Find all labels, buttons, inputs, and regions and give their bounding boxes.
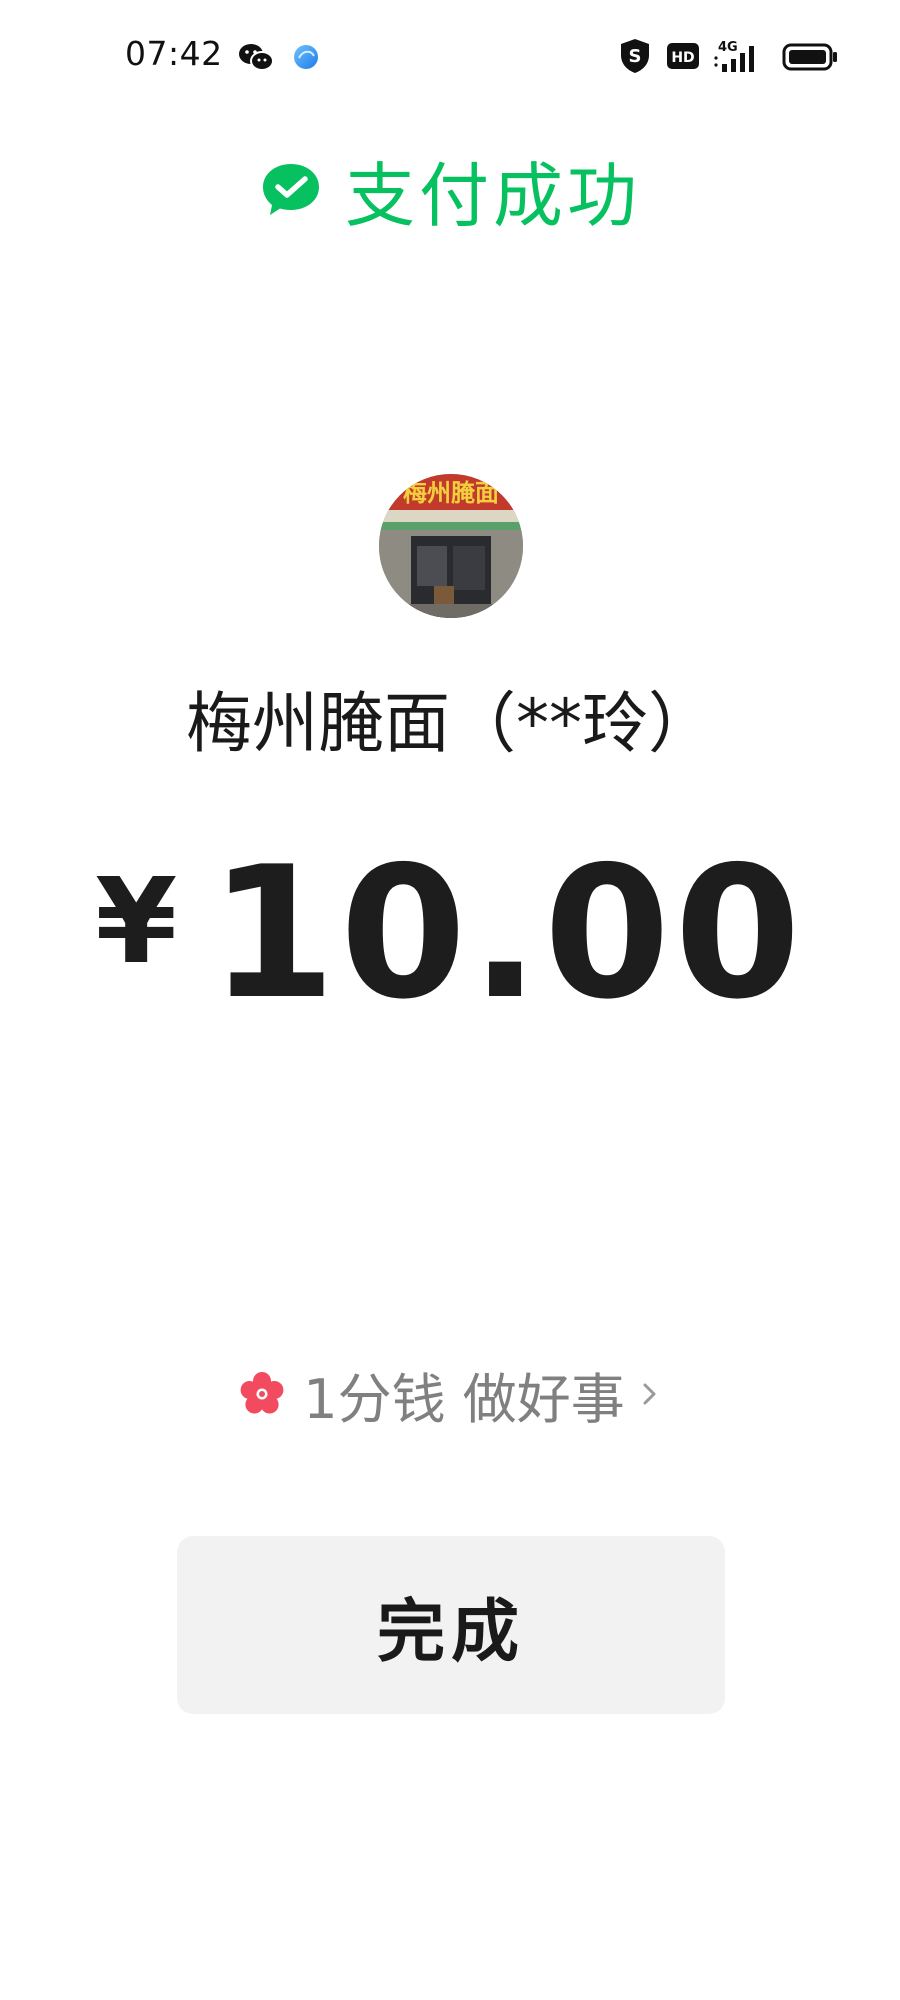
- signal-icon: 4G: [714, 40, 754, 72]
- merchant-avatar: 梅州腌面: [379, 474, 523, 618]
- charity-donation-link[interactable]: 1分钱 做好事: [0, 1360, 900, 1431]
- done-button[interactable]: 完成: [177, 1536, 725, 1714]
- status-bar: 07:42 S HD 4G: [0, 0, 900, 112]
- svg-text:梅州腌面: 梅州腌面: [403, 478, 499, 507]
- svg-text:S: S: [629, 46, 642, 67]
- svg-text:4G: 4G: [718, 40, 738, 55]
- svg-text:HD: HD: [671, 50, 694, 66]
- payment-success-header: 支付成功: [0, 150, 900, 237]
- merchant-name: 梅州腌面（**玲）: [186, 685, 714, 762]
- wechat-icon: [239, 44, 274, 71]
- status-time: 07:42: [125, 34, 223, 73]
- app-notification-icon: [294, 45, 318, 69]
- payment-status-title: 支付成功: [345, 154, 641, 237]
- done-button-label: 完成: [376, 1592, 525, 1672]
- shopfront-photo: 梅州腌面: [379, 474, 523, 618]
- hd-icon: HD: [667, 43, 699, 69]
- payment-amount: ¥ 10.00: [0, 827, 900, 1039]
- currency-symbol: ¥: [95, 852, 178, 990]
- amount-value: 10.00: [209, 827, 805, 1039]
- battery-icon: [782, 43, 837, 71]
- chevron-right-icon: [643, 1383, 656, 1405]
- flower-icon: [240, 1372, 284, 1414]
- shield-icon: S: [621, 39, 649, 73]
- checkmark-bubble-icon: [263, 164, 319, 215]
- charity-label: 1分钱 做好事: [303, 1367, 625, 1431]
